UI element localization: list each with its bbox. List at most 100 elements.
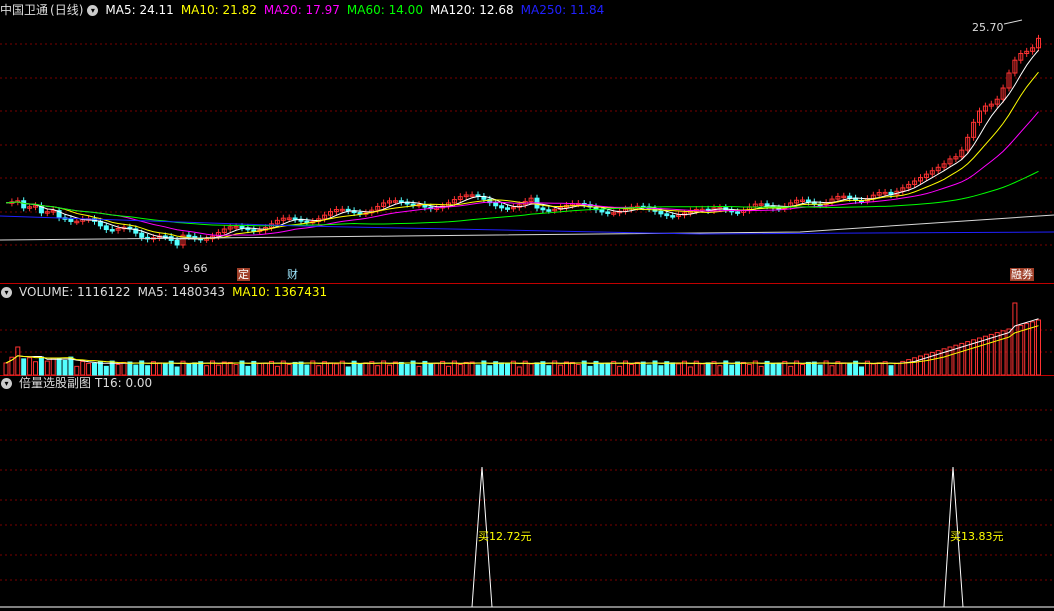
- candle-body: [658, 210, 664, 215]
- candle-body: [499, 205, 505, 209]
- volume-bar: [50, 357, 56, 376]
- volume-bar: [21, 358, 27, 376]
- volume-bar: [971, 339, 977, 376]
- high-marker-line: [1003, 19, 1023, 25]
- volume-bar: [841, 362, 847, 376]
- volume-bar: [286, 363, 292, 376]
- volume-bar: [38, 356, 44, 376]
- volume-bar: [3, 362, 9, 376]
- kline-canvas[interactable]: [0, 0, 1054, 611]
- volume-bar: [487, 365, 493, 376]
- low-price-label: 9.66: [183, 262, 208, 275]
- volume-bar: [92, 362, 97, 376]
- volume-bar: [888, 365, 894, 376]
- volume-bar: [392, 361, 398, 376]
- volume-bar: [475, 364, 481, 376]
- volume-bar: [894, 362, 900, 376]
- volume-bar: [463, 361, 469, 376]
- candle-body: [68, 218, 74, 222]
- volume-bar: [735, 361, 741, 376]
- volume-bar: [257, 362, 263, 376]
- volume-bar: [705, 362, 711, 376]
- volume-bar: [1018, 324, 1024, 376]
- volume-bar: [292, 361, 298, 376]
- volume-bar: [145, 365, 151, 376]
- volume-bar: [847, 363, 853, 376]
- ma20-line: [5, 111, 1039, 236]
- volume-bar: [870, 363, 876, 376]
- volume-bar: [387, 364, 392, 376]
- candle-body: [251, 229, 257, 232]
- volume-bar: [304, 364, 310, 376]
- volume-bar: [634, 361, 640, 376]
- volume-bar: [988, 333, 994, 376]
- volume-bar: [546, 365, 552, 376]
- volume-bar: [398, 361, 404, 376]
- volume-bar: [605, 362, 611, 376]
- volume-bar: [1036, 319, 1041, 376]
- volume-bar: [640, 361, 646, 376]
- event-badge-rongquan[interactable]: 融券: [1010, 268, 1034, 281]
- candle-body: [493, 202, 499, 207]
- candle-body: [540, 207, 546, 211]
- event-badge-ding[interactable]: 定: [237, 268, 250, 281]
- volume-bar: [575, 363, 581, 376]
- volume-bar: [829, 365, 835, 376]
- volume-bar: [151, 361, 156, 376]
- volume-bar: [676, 363, 682, 376]
- volume-bar: [977, 337, 982, 376]
- volume-bar: [103, 365, 109, 376]
- volume-bar: [587, 365, 593, 376]
- volume-bar: [227, 361, 233, 376]
- buy-signal-label-1: 买12.72元: [478, 530, 532, 543]
- volume-bar: [316, 365, 322, 376]
- candle-body: [239, 226, 245, 229]
- volume-bar: [965, 341, 971, 376]
- volume-bar: [959, 342, 965, 376]
- event-badge-cai[interactable]: 财: [286, 268, 299, 281]
- volume-bar: [1000, 330, 1006, 376]
- volume-bar: [758, 365, 764, 376]
- volume-bar: [133, 364, 139, 376]
- volume-bar: [516, 366, 522, 376]
- volume-bar: [86, 362, 92, 376]
- volume-bar: [428, 362, 434, 376]
- volume-bar: [322, 361, 328, 376]
- volume-bar: [617, 365, 623, 376]
- volume-bar: [263, 362, 269, 376]
- volume-bar: [333, 363, 339, 376]
- candle-body: [805, 199, 811, 203]
- volume-bar: [664, 361, 670, 376]
- candle-body: [605, 211, 611, 214]
- candle-body: [103, 225, 109, 231]
- volume-bar: [912, 357, 918, 376]
- volume-bar: [817, 364, 823, 376]
- volume-bar: [805, 361, 811, 376]
- volume-bar: [770, 362, 776, 376]
- volume-bar: [646, 364, 652, 376]
- volume-bar: [499, 362, 505, 376]
- volume-bar: [528, 363, 534, 376]
- volume-bar: [44, 360, 50, 376]
- volume-bar: [558, 364, 564, 376]
- volume-bar: [687, 366, 693, 376]
- ma10-line: [5, 71, 1039, 239]
- volume-bar: [121, 361, 127, 376]
- high-price-label: 25.70: [972, 21, 1004, 34]
- candle-body: [109, 229, 115, 232]
- candle-body: [292, 217, 298, 220]
- volume-bar: [363, 362, 369, 376]
- volume-bar: [345, 366, 351, 376]
- volume-bar: [800, 364, 805, 376]
- candle-body: [186, 234, 192, 238]
- volume-bar: [274, 365, 280, 376]
- volume-bar: [162, 363, 168, 376]
- volume-bar: [994, 332, 1000, 376]
- candle-body: [599, 209, 605, 213]
- volume-bar: [186, 363, 192, 376]
- volume-bar: [215, 364, 221, 376]
- volume-bar: [74, 365, 80, 376]
- volume-bar: [741, 361, 746, 376]
- buy-signal-label-2: 买13.83元: [950, 530, 1004, 543]
- volume-bar: [746, 363, 752, 376]
